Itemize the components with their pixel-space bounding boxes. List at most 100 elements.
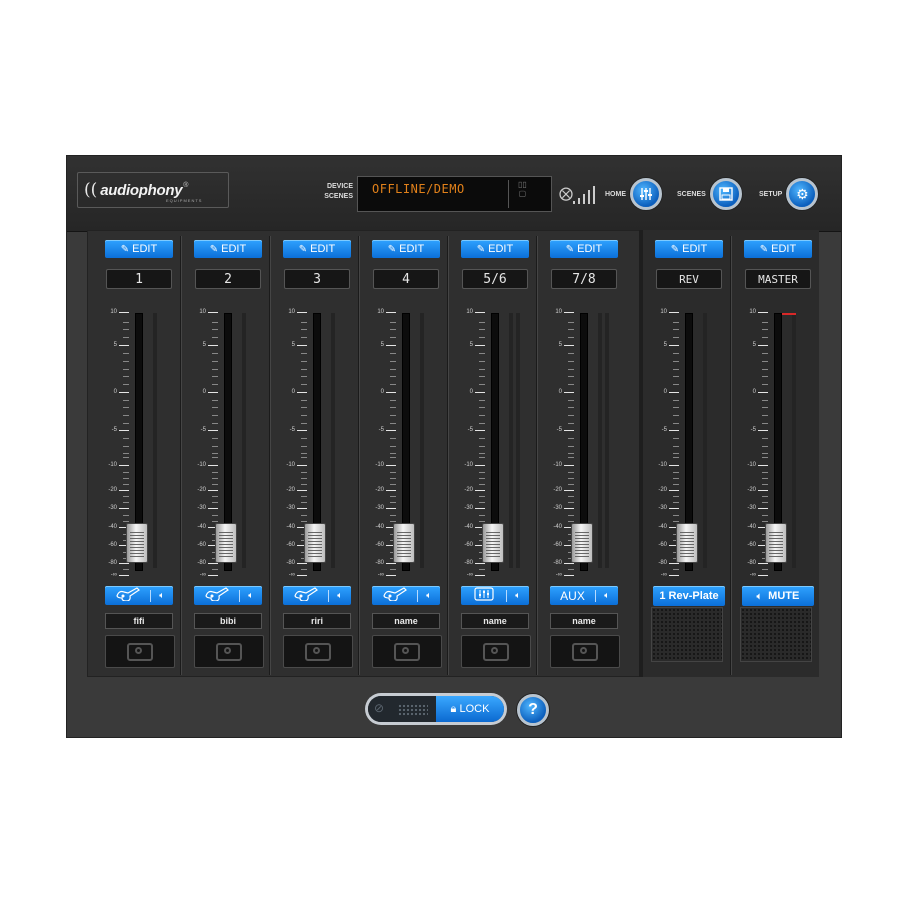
level-meter bbox=[509, 313, 513, 568]
scale-tick-minor bbox=[568, 400, 574, 401]
bluetooth-icon: ⨂ bbox=[559, 185, 573, 201]
channel-1-source-button[interactable]: 🔈︎ bbox=[105, 586, 173, 605]
scale-tick-minor bbox=[568, 484, 574, 485]
scale-label: 10 bbox=[555, 309, 562, 315]
guitar-icon bbox=[194, 587, 239, 604]
scale-tick-minor bbox=[390, 361, 396, 362]
scale-tick-minor bbox=[390, 384, 396, 385]
scale-tick-minor bbox=[390, 400, 396, 401]
scale-tick-minor bbox=[301, 438, 307, 439]
scale-tick-minor bbox=[673, 415, 679, 416]
scale-tick-minor bbox=[212, 369, 218, 370]
scale-tick-minor bbox=[123, 353, 129, 354]
camera-icon bbox=[483, 642, 509, 661]
edit-label: EDIT bbox=[132, 243, 158, 255]
channel-6-edit-button[interactable]: ✎ EDIT bbox=[550, 240, 618, 258]
scale-label: -80 bbox=[108, 560, 117, 566]
scale-label: -5 bbox=[661, 427, 667, 433]
master-edit-button[interactable]: ✎ EDIT bbox=[744, 240, 812, 258]
setup-button[interactable]: SETUP ⚙ bbox=[759, 177, 819, 211]
channel-5-camera-button[interactable] bbox=[461, 635, 531, 668]
scale-label: -60 bbox=[375, 542, 384, 548]
scale-tick-minor bbox=[479, 457, 485, 458]
scale-tick-minor bbox=[301, 446, 307, 447]
master-fader-handle[interactable] bbox=[765, 523, 787, 563]
edit-label: EDIT bbox=[399, 243, 425, 255]
channel-1-fader-handle[interactable] bbox=[126, 523, 148, 563]
channel-3-fader-handle[interactable] bbox=[304, 523, 326, 563]
scale-tick-minor bbox=[673, 353, 679, 354]
scale-tick-minor bbox=[390, 484, 396, 485]
lock-toggle[interactable]: ⊘ 🔒︎ LOCK bbox=[365, 693, 507, 725]
scale-label: -5 bbox=[200, 427, 206, 433]
scale-tick-minor bbox=[479, 502, 485, 503]
channel-3-camera-button[interactable] bbox=[283, 635, 353, 668]
fx-rev-strip: ✎ EDIT REV 10 5 0 -5 -10 -20 -30 -40 -60 -80 -∞ 1 Rev-… bbox=[643, 236, 731, 675]
scale-tick-minor bbox=[568, 407, 574, 408]
channel-6-source-button[interactable]: AUX 🔈︎ bbox=[550, 586, 618, 605]
guitar-icon bbox=[105, 587, 150, 604]
scale-tick-minor bbox=[123, 361, 129, 362]
channel-2-camera-button[interactable] bbox=[194, 635, 264, 668]
scale-label: -30 bbox=[375, 505, 384, 511]
channel-4-source-button[interactable]: 🔈︎ bbox=[372, 586, 440, 605]
channel-5-source-button[interactable]: 🔈︎ bbox=[461, 586, 529, 605]
scale-tick-major bbox=[564, 312, 574, 313]
scale-tick-major bbox=[386, 465, 396, 466]
scale-tick-minor bbox=[301, 478, 307, 479]
scale-tick-minor bbox=[301, 407, 307, 408]
scale-tick-minor bbox=[762, 415, 768, 416]
fx-rev-edit-button[interactable]: ✎ EDIT bbox=[655, 240, 723, 258]
channel-3-source-button[interactable]: 🔈︎ bbox=[283, 586, 351, 605]
fx-preset-button[interactable]: 1 Rev-Plate bbox=[653, 586, 725, 606]
scale-tick-major bbox=[564, 392, 574, 393]
scale-tick-minor bbox=[123, 478, 129, 479]
scale-label: 0 bbox=[202, 389, 206, 395]
scale-tick-minor bbox=[301, 329, 307, 330]
scale-label: -80 bbox=[658, 560, 667, 566]
channel-1-camera-button[interactable] bbox=[105, 635, 175, 668]
scale-tick-minor bbox=[212, 353, 218, 354]
channel-5-edit-button[interactable]: ✎ EDIT bbox=[461, 240, 529, 258]
scale-tick-minor bbox=[123, 472, 129, 473]
master-mute-button[interactable]: 🔈︎ MUTE bbox=[742, 586, 814, 606]
scale-tick-major bbox=[119, 490, 129, 491]
home-button[interactable]: HOME bbox=[605, 177, 662, 211]
scale-label: -40 bbox=[658, 524, 667, 530]
fx-rev-fader-handle[interactable] bbox=[676, 523, 698, 563]
speaker-icon: 🔈︎ bbox=[604, 590, 610, 600]
scale-tick-minor bbox=[390, 502, 396, 503]
scale-tick-minor bbox=[390, 423, 396, 424]
channel-1-name: 1 bbox=[106, 269, 172, 289]
channel-1-strip: ✎ EDIT 1 10 5 0 -5 -10 -20 -30 -40 -60 -80 -∞ 🔈︎ fifi bbox=[93, 236, 181, 675]
channel-2-fader-handle[interactable] bbox=[215, 523, 237, 563]
scale-tick-major bbox=[297, 345, 307, 346]
channel-2-edit-button[interactable]: ✎ EDIT bbox=[194, 240, 262, 258]
channel-1-edit-button[interactable]: ✎ EDIT bbox=[105, 240, 173, 258]
channel-6-fader-handle[interactable] bbox=[571, 523, 593, 563]
channel-3-edit-button[interactable]: ✎ EDIT bbox=[283, 240, 351, 258]
channel-4-fader-handle[interactable] bbox=[393, 523, 415, 563]
help-button[interactable]: ? bbox=[517, 694, 549, 726]
scale-tick-minor bbox=[479, 376, 485, 377]
scale-tick-minor bbox=[762, 515, 768, 516]
channel-6-camera-button[interactable] bbox=[550, 635, 620, 668]
scenes-button[interactable]: SCENES bbox=[677, 177, 742, 211]
channel-2-source-button[interactable]: 🔈︎ bbox=[194, 586, 262, 605]
scale-tick-major bbox=[669, 575, 679, 576]
channel-5-fader-handle[interactable] bbox=[482, 523, 504, 563]
scale-tick-minor bbox=[568, 361, 574, 362]
scale-tick-major bbox=[297, 430, 307, 431]
scale-tick-minor bbox=[568, 446, 574, 447]
scale-tick-minor bbox=[568, 423, 574, 424]
scale-tick-major bbox=[297, 563, 307, 564]
scale-tick-minor bbox=[123, 521, 129, 522]
edit-label: EDIT bbox=[771, 243, 797, 255]
device-display[interactable]: OFFLINE/DEMO ▯▯ ▢ bbox=[357, 176, 552, 212]
level-meter bbox=[153, 313, 157, 568]
scale-label: -30 bbox=[464, 505, 473, 511]
scale-tick-major bbox=[475, 465, 485, 466]
channel-4-camera-button[interactable] bbox=[372, 635, 442, 668]
channel-4-edit-button[interactable]: ✎ EDIT bbox=[372, 240, 440, 258]
scale-tick-major bbox=[564, 490, 574, 491]
